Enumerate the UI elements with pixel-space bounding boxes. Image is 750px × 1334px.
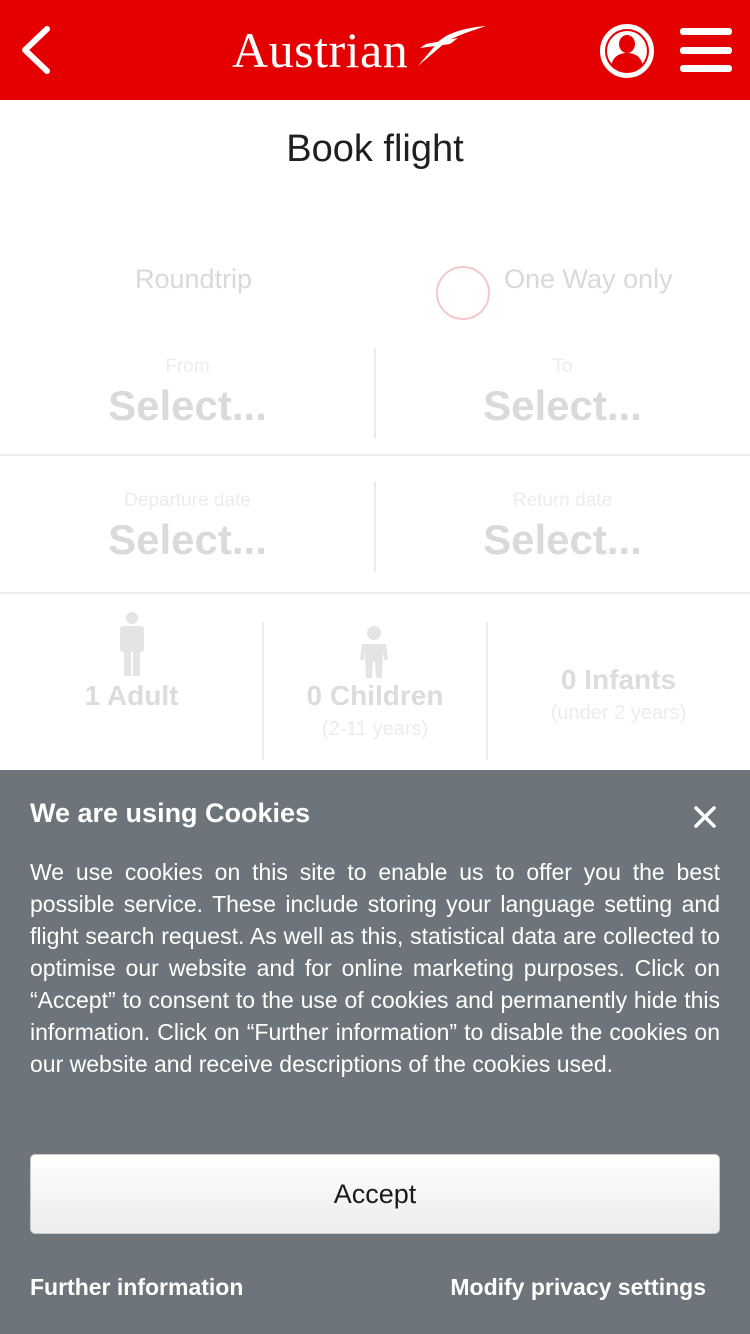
child-icon — [360, 626, 388, 678]
children-age-note: (2-11 years) — [321, 718, 429, 740]
return-date-value: Select... — [483, 516, 642, 563]
to-field[interactable]: To Select... — [375, 356, 750, 430]
return-date-label: Return date — [512, 490, 613, 511]
back-button[interactable] — [14, 20, 58, 80]
from-field[interactable]: From Select... — [0, 356, 375, 430]
children-count: 0 Children — [306, 680, 444, 711]
arrow-logo-icon — [418, 26, 487, 66]
departure-date-value: Select... — [108, 516, 267, 563]
infants-selector[interactable]: 0 Infants (under 2 years) — [487, 664, 750, 725]
close-icon — [694, 806, 716, 828]
departure-date-field[interactable]: Departure date Select... — [0, 490, 375, 564]
chevron-left-icon — [22, 26, 50, 74]
row-divider — [0, 454, 750, 456]
row-divider — [0, 592, 750, 594]
user-icon — [600, 24, 654, 78]
brand-name: Austrian — [232, 22, 409, 78]
infants-count: 0 Infants — [560, 664, 677, 695]
departure-date-label: Departure date — [124, 490, 251, 511]
app-header: Austrian — [0, 0, 750, 100]
modify-privacy-settings-link[interactable]: Modify privacy settings — [450, 1274, 706, 1301]
adult-count: 1 Adult — [84, 680, 179, 711]
cookie-description: We use cookies on this site to enable us… — [30, 859, 720, 1077]
cookie-title: We are using Cookies — [30, 798, 311, 828]
children-selector[interactable]: 0 Children (2-11 years) — [263, 680, 487, 741]
infants-age-note: (under 2 years) — [550, 702, 687, 724]
accept-button[interactable]: Accept — [30, 1154, 720, 1234]
page-title: Book flight — [286, 128, 464, 170]
further-information-link[interactable]: Further information — [30, 1274, 243, 1301]
oneway-radio[interactable] — [436, 266, 490, 320]
to-value: Select... — [483, 382, 642, 429]
profile-button[interactable] — [598, 22, 656, 80]
adult-selector[interactable]: 1 Adult — [0, 680, 263, 712]
hamburger-menu-icon[interactable] — [680, 28, 732, 72]
close-button[interactable] — [690, 802, 720, 832]
adult-icon — [120, 612, 144, 676]
cookie-banner: We are using Cookies We use cookies on t… — [0, 770, 750, 1334]
return-date-field[interactable]: Return date Select... — [375, 490, 750, 564]
oneway-option[interactable]: One Way only — [504, 264, 673, 295]
from-value: Select... — [108, 382, 267, 429]
brand-logo: Austrian — [232, 18, 488, 82]
from-label: From — [165, 356, 210, 377]
to-label: To — [552, 356, 573, 377]
roundtrip-option[interactable]: Roundtrip — [135, 264, 252, 295]
